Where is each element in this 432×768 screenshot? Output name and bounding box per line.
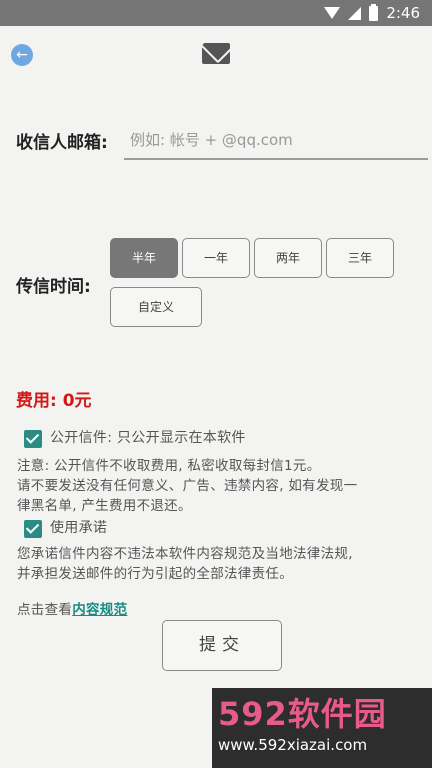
public-letter-label: 公开信件: 只公开显示在本软件 (50, 430, 246, 446)
content-rules-link[interactable]: 内容规范 (72, 602, 127, 618)
delivery-time-label: 传信时间: (16, 277, 91, 297)
submit-button[interactable]: 提交 (162, 620, 282, 671)
option-custom[interactable]: 自定义 (110, 287, 202, 327)
recipient-email-input[interactable] (124, 122, 428, 160)
site-watermark: 592软件园 www.592xiazai.com (212, 688, 432, 768)
commitment-line-2: 并承担发送邮件的行为引起的全部法律责任。 (17, 566, 293, 582)
commitment-label: 使用承诺 (50, 520, 108, 536)
notice-line-3: 律黑名单, 产生费用不退还。 (17, 498, 192, 514)
option-two-years[interactable]: 两年 (254, 238, 322, 278)
rules-line: 点击查看内容规范 (17, 600, 127, 621)
battery-icon (369, 3, 379, 21)
recipient-label: 收信人邮箱: (16, 133, 108, 153)
watermark-url: www.592xiazai.com (218, 736, 368, 754)
fee-label: 费用: 0元 (16, 391, 92, 411)
wifi-icon (324, 7, 341, 19)
status-bar: 2:46 (0, 0, 432, 26)
mail-icon (202, 43, 230, 64)
commitment-checkbox[interactable] (24, 520, 42, 538)
option-half-year[interactable]: 半年 (110, 238, 178, 278)
notice-line-2: 请不要发送没有任何意义、广告、违禁内容, 如有发现一 (17, 478, 358, 494)
public-letter-checkbox[interactable] (24, 430, 42, 448)
option-three-years[interactable]: 三年 (326, 238, 394, 278)
option-one-year[interactable]: 一年 (182, 238, 250, 278)
notice-line-1: 注意: 公开信件不收取费用, 私密收取每封信1元。 (17, 458, 321, 474)
status-time: 2:46 (386, 4, 420, 22)
watermark-title: 592软件园 (218, 695, 387, 733)
signal-icon (348, 6, 362, 20)
back-arrow-icon[interactable]: ← (11, 44, 33, 66)
commitment-line-1: 您承诺信件内容不违法本软件内容规范及当地法律法规, (17, 546, 353, 562)
rules-prefix: 点击查看 (17, 602, 73, 618)
